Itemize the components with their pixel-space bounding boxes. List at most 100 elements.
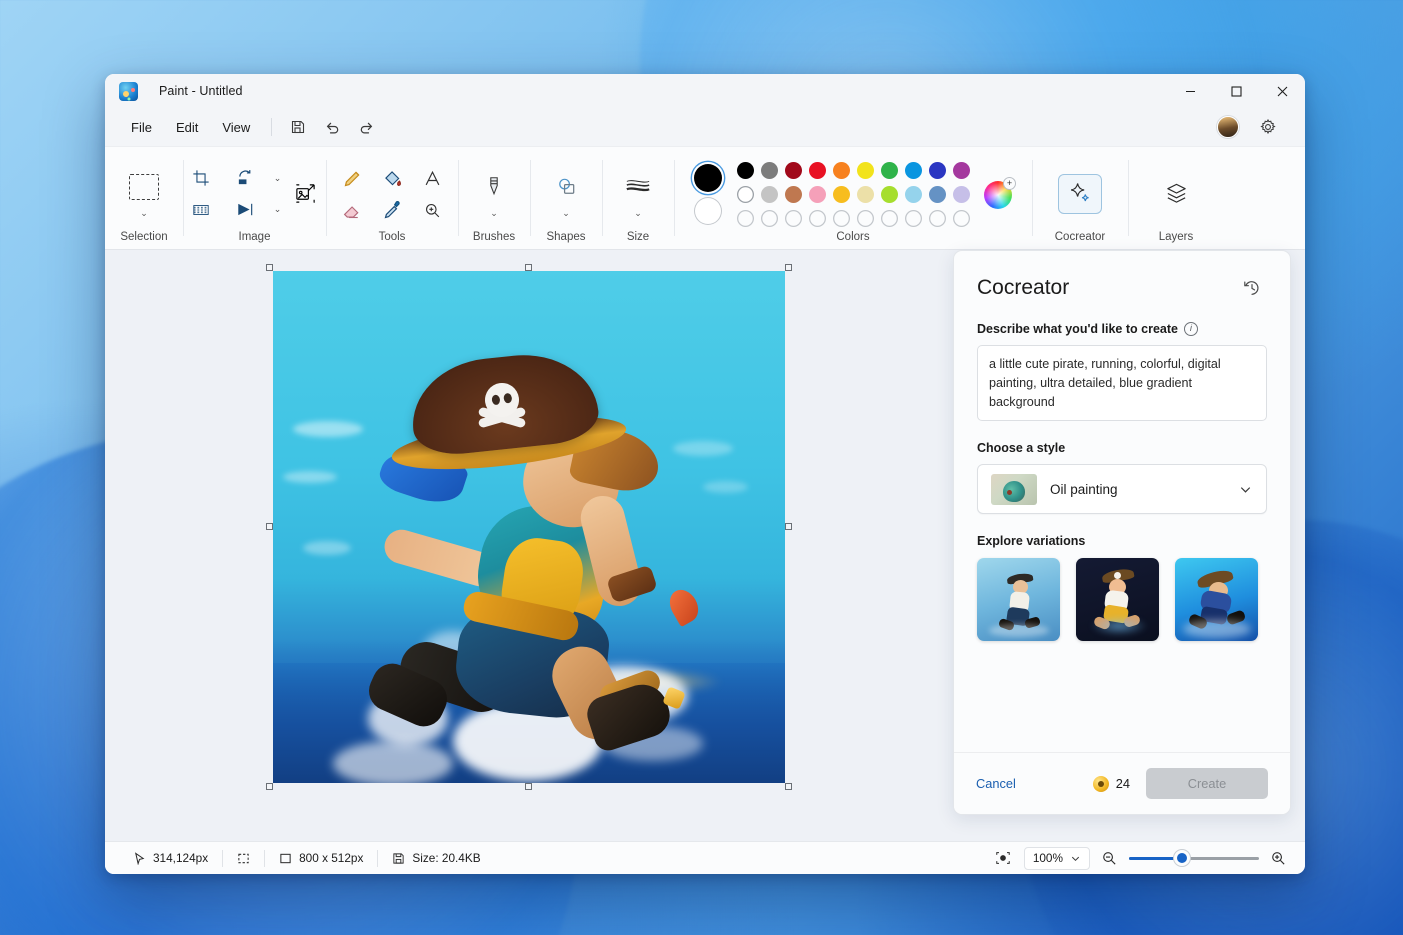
zoom-out-button[interactable] <box>1099 848 1120 869</box>
color-swatch-r2-4[interactable] <box>832 186 850 203</box>
shapes-chevron-down-icon[interactable]: ⌄ <box>562 209 570 218</box>
variation-1[interactable] <box>977 558 1060 641</box>
color-swatch-r1-0[interactable] <box>736 162 754 179</box>
crop-icon[interactable] <box>184 163 218 193</box>
color-swatch-r3-3[interactable] <box>809 210 826 227</box>
resize-handle-middle-left[interactable] <box>266 523 273 530</box>
color-swatch-r1-4[interactable] <box>832 162 850 179</box>
rotate-icon[interactable] <box>229 163 263 193</box>
color-swatch-r1-7[interactable] <box>904 162 922 179</box>
color-swatch-r2-1[interactable] <box>760 186 778 203</box>
color-swatch-r1-3[interactable] <box>808 162 826 179</box>
chevron-down-icon[interactable] <box>1238 482 1253 497</box>
variation-2[interactable] <box>1076 558 1159 641</box>
color-swatch-r3-8[interactable] <box>929 210 946 227</box>
menu-view[interactable]: View <box>210 115 262 140</box>
history-clock-icon[interactable] <box>1237 273 1267 303</box>
minimize-icon[interactable] <box>1167 74 1213 108</box>
color-swatch-r1-2[interactable] <box>784 162 802 179</box>
create-button[interactable]: Create <box>1146 768 1268 799</box>
color-swatch-r1-9[interactable] <box>952 162 970 179</box>
color-swatch-r2-6[interactable] <box>880 186 898 203</box>
group-colors: + Colors <box>674 147 1032 249</box>
account-avatar[interactable] <box>1217 116 1239 138</box>
pencil-icon[interactable] <box>332 162 372 196</box>
selection-chevron-down-icon[interactable]: ⌄ <box>140 208 148 218</box>
fit-to-window-button[interactable] <box>991 847 1015 869</box>
color-swatch-r1-5[interactable] <box>856 162 874 179</box>
eyedropper-icon[interactable] <box>372 194 412 228</box>
resize-handle-top-center[interactable] <box>525 264 532 271</box>
menu-file[interactable]: File <box>119 115 164 140</box>
brushes-chevron-down-icon[interactable]: ⌄ <box>490 209 498 218</box>
pirate-artwork-canvas[interactable] <box>273 271 785 783</box>
cocreator-button[interactable] <box>1058 173 1102 214</box>
menu-edit[interactable]: Edit <box>164 115 210 140</box>
fill-bucket-icon[interactable] <box>372 162 412 196</box>
eraser-icon[interactable] <box>332 194 372 228</box>
magnifier-icon[interactable] <box>412 194 452 228</box>
zoom-slider-thumb[interactable] <box>1174 850 1191 866</box>
color-swatch-r3-2[interactable] <box>785 210 802 227</box>
color-swatch-r1-8[interactable] <box>928 162 946 179</box>
variation-3[interactable] <box>1175 558 1258 641</box>
color-swatch-r2-2[interactable] <box>784 186 802 203</box>
size-chevron-down-icon[interactable]: ⌄ <box>634 209 642 218</box>
secondary-color-swatch[interactable] <box>694 197 722 225</box>
color-swatch-r3-1[interactable] <box>761 210 778 227</box>
zoom-in-button[interactable] <box>1268 848 1289 869</box>
color-swatch-r2-5[interactable] <box>856 186 874 203</box>
zoom-slider[interactable] <box>1129 850 1259 866</box>
brush-icon[interactable] <box>474 169 514 203</box>
rotate-chevron-down-icon[interactable]: ⌄ <box>274 173 282 183</box>
close-icon[interactable] <box>1259 74 1305 108</box>
redo-icon[interactable] <box>349 113 383 141</box>
primary-color-swatch[interactable] <box>694 164 722 192</box>
flip-chevron-down-icon[interactable]: ⌄ <box>274 204 282 214</box>
transparent-selection-icon[interactable] <box>184 195 218 225</box>
resize-handle-middle-right[interactable] <box>785 523 792 530</box>
resize-handle-top-right[interactable] <box>785 264 792 271</box>
info-icon[interactable]: i <box>1183 322 1198 336</box>
cancel-button[interactable]: Cancel <box>976 776 1016 791</box>
flip-icon[interactable] <box>229 195 263 225</box>
color-swatch-r3-7[interactable] <box>905 210 922 227</box>
save-icon[interactable] <box>281 113 315 141</box>
resize-image-icon[interactable] <box>283 174 327 214</box>
text-icon[interactable] <box>412 162 452 196</box>
size-icon[interactable] <box>618 169 658 203</box>
resize-handle-bottom-right[interactable] <box>785 783 792 790</box>
color-swatch-r1-6[interactable] <box>880 162 898 179</box>
color-swatch-r3-5[interactable] <box>857 210 874 227</box>
color-swatch-r3-4[interactable] <box>833 210 850 227</box>
rectangular-selection-icon[interactable] <box>124 170 164 204</box>
add-color-icon[interactable]: + <box>1003 176 1016 190</box>
resize-handle-bottom-center[interactable] <box>525 783 532 790</box>
prompt-input[interactable]: a little cute pirate, running, colorful,… <box>977 345 1267 421</box>
zoom-level-dropdown[interactable]: 100% <box>1023 846 1090 870</box>
color-swatch-r2-8[interactable] <box>928 186 946 203</box>
fit-to-window-icon <box>996 852 1010 864</box>
coin-icon <box>1092 775 1109 792</box>
color-swatch-r1-1[interactable] <box>760 162 778 179</box>
color-swatch-r2-0[interactable] <box>736 186 754 203</box>
settings-gear-icon[interactable] <box>1251 113 1285 141</box>
color-swatch-r2-3[interactable] <box>808 186 826 203</box>
style-dropdown[interactable]: Oil painting <box>977 464 1267 514</box>
menu-right-actions <box>1217 113 1291 141</box>
cocreator-panel: Cocreator Describe what you'd like to cr… <box>953 250 1291 815</box>
layers-icon[interactable] <box>1154 174 1198 214</box>
color-swatch-r3-0[interactable] <box>737 210 754 227</box>
prompt-label-row: Describe what you'd like to create i <box>977 322 1267 336</box>
undo-icon[interactable] <box>315 113 349 141</box>
selection-size-item <box>223 847 264 869</box>
window-controls <box>1167 74 1305 108</box>
color-swatch-r2-9[interactable] <box>952 186 970 203</box>
resize-handle-bottom-left[interactable] <box>266 783 273 790</box>
shapes-icon[interactable] <box>546 169 586 203</box>
maximize-icon[interactable] <box>1213 74 1259 108</box>
resize-handle-top-left[interactable] <box>266 264 273 271</box>
color-swatch-r3-9[interactable] <box>953 210 970 227</box>
color-swatch-r2-7[interactable] <box>904 186 922 203</box>
color-swatch-r3-6[interactable] <box>881 210 898 227</box>
